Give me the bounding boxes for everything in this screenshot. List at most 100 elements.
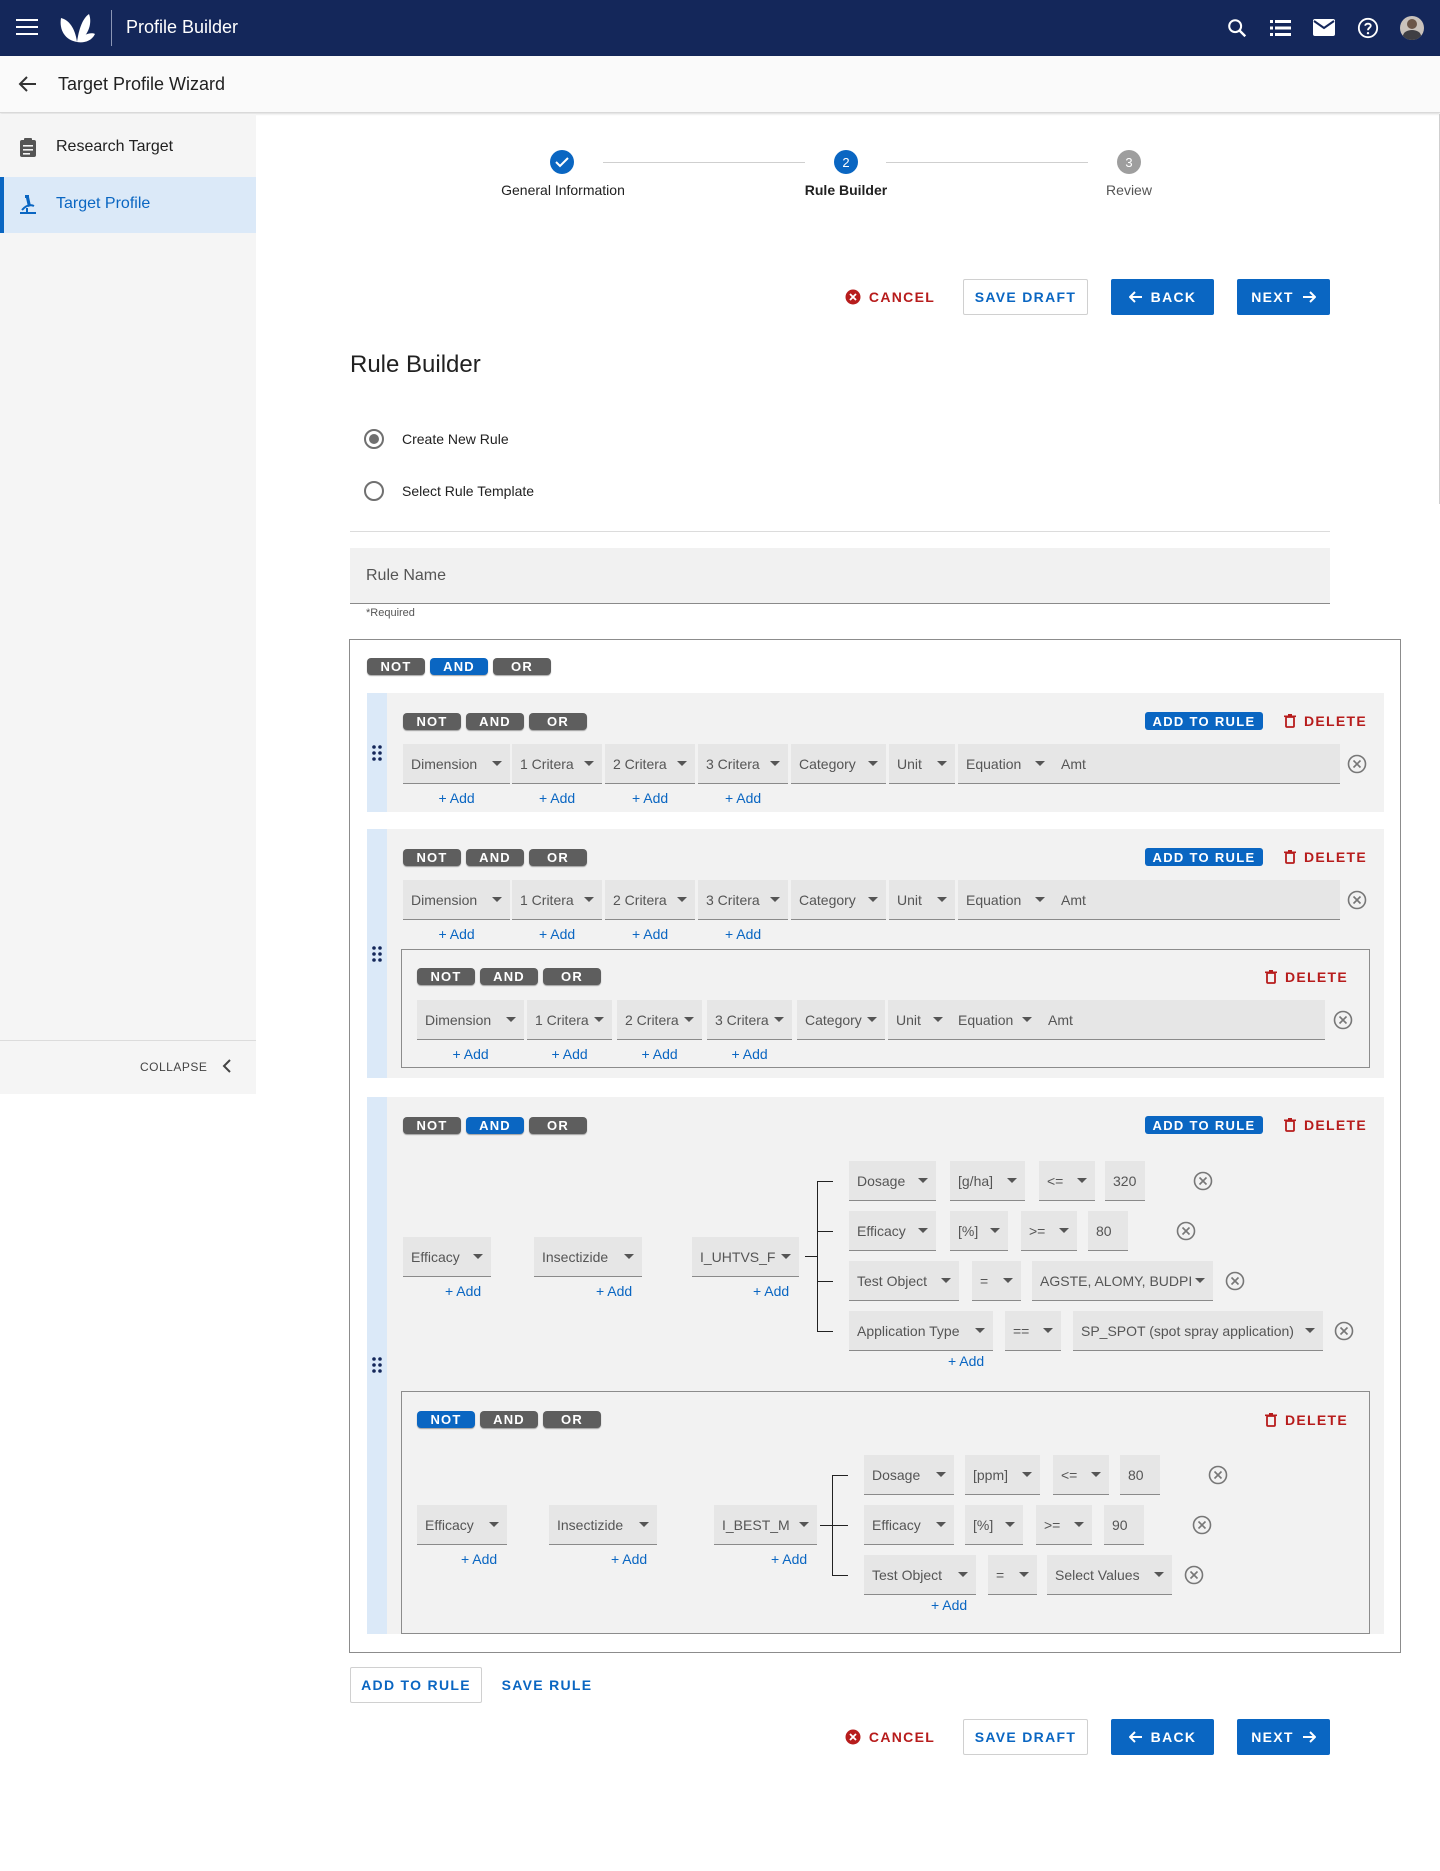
add-link[interactable]: + Add [771, 1551, 807, 1567]
criteria-dropdown[interactable]: 3 Critera [698, 880, 788, 920]
condition-dropdown[interactable]: Dosage [864, 1455, 954, 1495]
help-icon[interactable] [1357, 17, 1379, 39]
criteria-dropdown[interactable]: Unit [888, 1000, 951, 1040]
collapse-label[interactable]: COLLAPSE [140, 1060, 207, 1074]
group2-and-pill[interactable]: AND [466, 849, 524, 866]
remove-circle-icon[interactable] [1347, 890, 1367, 910]
amount-input[interactable]: Amt [1040, 1000, 1325, 1040]
criteria-dropdown[interactable]: 2 Critera [605, 744, 695, 784]
delete-button[interactable]: DELETE [1284, 1116, 1367, 1134]
menu-icon[interactable] [16, 18, 40, 38]
condition-dropdown[interactable]: Efficacy [417, 1505, 507, 1545]
next-button[interactable]: NEXT [1237, 279, 1330, 315]
remove-circle-icon[interactable] [1193, 1171, 1213, 1191]
condition-dropdown[interactable]: = [972, 1261, 1021, 1301]
condition-dropdown[interactable]: <= [1053, 1455, 1109, 1495]
value-input[interactable]: 320 [1105, 1161, 1145, 1201]
group2-nested-not-pill[interactable]: NOT [417, 968, 475, 985]
condition-dropdown[interactable]: Test Object [864, 1555, 976, 1595]
delete-button[interactable]: DELETE [1284, 712, 1367, 730]
add-link[interactable]: + Add [732, 1046, 768, 1062]
condition-dropdown[interactable]: [%] [950, 1211, 1008, 1251]
delete-button[interactable]: DELETE [1284, 848, 1367, 866]
drag-dots-icon[interactable] [372, 1357, 382, 1373]
add-link[interactable]: + Add [461, 1551, 497, 1567]
condition-dropdown[interactable]: Efficacy [864, 1505, 954, 1545]
step-2-circle[interactable]: 2 [834, 150, 858, 174]
add-link[interactable]: + Add [453, 1046, 489, 1062]
group2-nested-and-pill[interactable]: AND [480, 968, 538, 985]
criteria-dropdown[interactable]: 2 Critera [617, 1000, 702, 1040]
criteria-dropdown[interactable]: Dimension [403, 880, 510, 920]
value-input[interactable]: 90 [1104, 1505, 1144, 1545]
criteria-dropdown[interactable]: 1 Critera [527, 1000, 612, 1040]
criteria-dropdown[interactable]: 3 Critera [698, 744, 788, 784]
add-link[interactable]: + Add [725, 790, 761, 806]
remove-circle-icon[interactable] [1176, 1221, 1196, 1241]
condition-dropdown[interactable]: Test Object [849, 1261, 959, 1301]
group2-not-pill[interactable]: NOT [403, 849, 461, 866]
group4-or-pill[interactable]: OR [543, 1411, 601, 1428]
condition-dropdown[interactable]: AGSTE, ALOMY, BUDPI [1032, 1261, 1213, 1301]
add-link[interactable]: + Add [596, 1283, 632, 1299]
criteria-dropdown[interactable]: Category [791, 744, 886, 784]
condition-dropdown[interactable]: Efficacy [403, 1237, 491, 1277]
add-link[interactable]: + Add [445, 1283, 481, 1299]
condition-dropdown[interactable]: Insectizide [534, 1237, 642, 1277]
chevron-left-icon[interactable] [222, 1058, 232, 1074]
save-draft-button-bottom[interactable]: SAVE DRAFT [963, 1719, 1088, 1755]
group3-and-pill[interactable]: AND [466, 1117, 524, 1134]
add-link[interactable]: + Add [725, 926, 761, 942]
remove-circle-icon[interactable] [1192, 1515, 1212, 1535]
condition-dropdown[interactable]: Select Values [1047, 1555, 1172, 1595]
group2-nested-or-pill[interactable]: OR [543, 968, 601, 985]
search-icon[interactable] [1226, 17, 1248, 39]
condition-dropdown[interactable]: >= [1036, 1505, 1092, 1545]
root-or-pill[interactable]: OR [493, 658, 551, 675]
create-new-rule-radio[interactable] [364, 429, 384, 449]
criteria-dropdown[interactable]: 1 Critera [512, 880, 602, 920]
criteria-dropdown[interactable]: 1 Critera [512, 744, 602, 784]
create-new-rule-label[interactable]: Create New Rule [402, 431, 509, 447]
drag-dots-icon[interactable] [372, 946, 382, 962]
condition-dropdown[interactable]: = [988, 1555, 1037, 1595]
mail-icon[interactable] [1313, 19, 1335, 37]
condition-dropdown[interactable]: == [1005, 1311, 1061, 1351]
criteria-dropdown[interactable]: Dimension [417, 1000, 524, 1040]
add-to-rule-button[interactable]: ADD TO RULE [1145, 1116, 1263, 1134]
criteria-dropdown[interactable]: Category [797, 1000, 885, 1040]
condition-dropdown[interactable]: [%] [965, 1505, 1023, 1545]
condition-dropdown[interactable]: Dosage [849, 1161, 936, 1201]
value-input[interactable]: 80 [1120, 1455, 1160, 1495]
group2-or-pill[interactable]: OR [529, 849, 587, 866]
add-to-rule-button[interactable]: ADD TO RULE [1145, 848, 1263, 866]
add-link[interactable]: + Add [439, 926, 475, 942]
next-button-bottom[interactable]: NEXT [1237, 1719, 1330, 1755]
root-not-pill[interactable]: NOT [367, 658, 425, 675]
add-link[interactable]: + Add [439, 790, 475, 806]
remove-circle-icon[interactable] [1333, 1010, 1353, 1030]
back-button-bottom[interactable]: BACK [1111, 1719, 1214, 1755]
condition-dropdown[interactable]: >= [1021, 1211, 1077, 1251]
rule-name-input[interactable]: Rule Name [350, 548, 1330, 604]
add-link[interactable]: + Add [611, 1551, 647, 1567]
add-link[interactable]: + Add [753, 1283, 789, 1299]
group1-not-pill[interactable]: NOT [403, 713, 461, 730]
criteria-dropdown[interactable]: Category [791, 880, 886, 920]
amount-input[interactable]: Amt [1053, 880, 1340, 920]
drag-dots-icon[interactable] [372, 745, 382, 761]
save-rule-button[interactable]: SAVE RULE [494, 1667, 600, 1703]
select-rule-template-radio[interactable] [364, 481, 384, 501]
criteria-dropdown[interactable]: Unit [889, 744, 955, 784]
group4-not-pill[interactable]: NOT [417, 1411, 475, 1428]
add-link[interactable]: + Add [539, 926, 575, 942]
back-arrow-icon[interactable] [18, 75, 38, 93]
remove-circle-icon[interactable] [1225, 1271, 1245, 1291]
condition-dropdown[interactable]: SP_SPOT (spot spray application) [1073, 1311, 1323, 1351]
group1-or-pill[interactable]: OR [529, 713, 587, 730]
condition-dropdown[interactable]: I_UHTVS_F [692, 1237, 799, 1277]
delete-button[interactable]: DELETE [1265, 1411, 1348, 1429]
group3-or-pill[interactable]: OR [529, 1117, 587, 1134]
group4-and-pill[interactable]: AND [480, 1411, 538, 1428]
remove-circle-icon[interactable] [1347, 754, 1367, 774]
